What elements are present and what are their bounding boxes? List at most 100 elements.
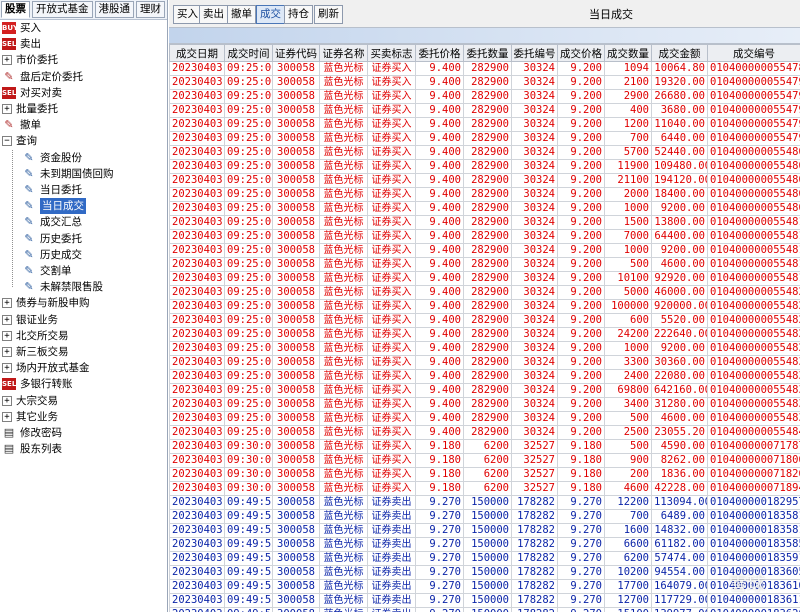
table-row[interactable]: 2023040309:25:00300058蓝色光标证券买入9.40028290… [169,61,800,76]
tree-item-3[interactable]: ✎ 盘后定价委托 [2,69,83,85]
table-row[interactable]: 2023040309:49:53300058蓝色光标证券卖出9.27015000… [169,565,800,580]
table-row[interactable]: 2023040309:25:00300058蓝色光标证券买入9.40028290… [169,187,800,202]
table-row[interactable]: 2023040309:49:53300058蓝色光标证券卖出9.27015000… [169,523,800,538]
table-row[interactable]: 2023040309:25:00300058蓝色光标证券买入9.40028290… [169,159,800,174]
table-row[interactable]: 2023040309:49:53300058蓝色光标证券卖出9.27015000… [169,579,800,594]
table-cell: 9.200 [557,425,605,440]
tree-item-18[interactable]: + 银证业务 [2,312,58,328]
tree-item-6[interactable]: ✎ 撤单 [2,117,41,133]
tree-item-24[interactable]: + 其它业务 [2,409,58,425]
table-cell: 282900 [463,201,512,216]
table-cell: 证券买入 [367,271,416,286]
table-cell: 300058 [272,495,320,510]
table-cell: 9.200 [557,397,605,412]
table-cell: 证券买入 [367,117,416,132]
top-tab-0[interactable]: 股票 [1,1,30,18]
table-row[interactable]: 2023040309:49:53300058蓝色光标证券卖出9.27015000… [169,607,800,612]
toolbar-button-0[interactable]: 买入 [173,5,202,24]
tree-item-19[interactable]: + 北交所交易 [2,328,69,344]
table-cell: 20230403 [169,173,225,188]
tree-item-8[interactable]: ✎ 资金股份 [22,150,82,166]
column-header[interactable]: 成交时间 [224,44,273,62]
tree-item-25[interactable]: ▤ 修改密码 [2,425,62,441]
tree-item-21[interactable]: + 场内开放式基金 [2,360,90,376]
tree-item-14[interactable]: ✎ 历史成交 [22,247,82,263]
top-tab-2[interactable]: 港股通 [94,1,134,18]
toolbar-button-5[interactable]: 刷新 [314,5,343,24]
toolbar-button-1[interactable]: 卖出 [199,5,228,24]
tree-item-4[interactable]: SELL 对买对卖 [2,85,62,101]
column-header[interactable]: 成交编号 [707,44,800,62]
table-row[interactable]: 2023040309:25:00300058蓝色光标证券买入9.40028290… [169,355,800,370]
toolbar-button-4[interactable]: 持仓 [284,5,313,24]
column-header[interactable]: 成交数量 [604,44,652,62]
table-row[interactable]: 2023040309:25:00300058蓝色光标证券买入9.40028290… [169,145,800,160]
table-row[interactable]: 2023040309:25:00300058蓝色光标证券买入9.40028290… [169,89,800,104]
tree-item-23[interactable]: + 大宗交易 [2,393,58,409]
table-row[interactable]: 2023040309:25:00300058蓝色光标证券买入9.40028290… [169,257,800,272]
table-row[interactable]: 2023040309:25:00300058蓝色光标证券买入9.40028290… [169,411,800,426]
table-row[interactable]: 2023040309:30:00300058蓝色光标证券买入9.18062003… [169,453,800,468]
tree-item-16[interactable]: ✎ 未解禁限售股 [22,279,103,295]
tree-item-9[interactable]: ✎ 未到期国债回购 [22,166,114,182]
tree-item-12[interactable]: ✎ 成交汇总 [22,214,82,230]
tree-item-1[interactable]: SELL 卖出 [2,36,41,52]
table-row[interactable]: 2023040309:25:00300058蓝色光标证券买入9.40028290… [169,383,800,398]
table-row[interactable]: 2023040309:25:00300058蓝色光标证券买入9.40028290… [169,243,800,258]
table-row[interactable]: 2023040309:25:00300058蓝色光标证券买入9.40028290… [169,285,800,300]
table-row[interactable]: 2023040309:25:00300058蓝色光标证券买入9.40028290… [169,75,800,90]
table-cell: 蓝色光标 [319,201,368,216]
table-row[interactable]: 2023040309:25:00300058蓝色光标证券买入9.40028290… [169,313,800,328]
column-header[interactable]: 委托编号 [511,44,558,62]
table-row[interactable]: 2023040309:25:00300058蓝色光标证券买入9.40028290… [169,131,800,146]
tree-item-11[interactable]: ✎ 当日成交 [22,198,86,215]
table-cell: 0104000000554830 [707,355,800,370]
table-row[interactable]: 2023040309:25:00300058蓝色光标证券买入9.40028290… [169,327,800,342]
table-row[interactable]: 2023040309:49:53300058蓝色光标证券卖出9.27015000… [169,593,800,608]
top-tab-3[interactable]: 理财 [136,1,165,18]
table-row[interactable]: 2023040309:25:00300058蓝色光标证券买入9.40028290… [169,425,800,440]
column-header[interactable]: 证券名称 [319,44,368,62]
toolbar-button-3[interactable]: 成交 [256,5,285,24]
tree-item-2[interactable]: + 市价委托 [2,52,58,68]
table-cell: 20230403 [169,439,225,454]
column-header[interactable]: 买卖标志 [367,44,416,62]
table-row[interactable]: 2023040309:25:00300058蓝色光标证券买入9.40028290… [169,103,800,118]
tree-item-22[interactable]: SELL 多银行转账 [2,376,73,392]
table-row[interactable]: 2023040309:25:00300058蓝色光标证券买入9.40028290… [169,369,800,384]
table-row[interactable]: 2023040309:25:00300058蓝色光标证券买入9.40028290… [169,215,800,230]
column-header[interactable]: 成交日期 [169,44,225,62]
table-row[interactable]: 2023040309:49:53300058蓝色光标证券卖出9.27015000… [169,551,800,566]
tree-item-10[interactable]: ✎ 当日委托 [22,182,82,198]
table-row[interactable]: 2023040309:25:00300058蓝色光标证券买入9.40028290… [169,299,800,314]
table-row[interactable]: 2023040309:25:00300058蓝色光标证券买入9.40028290… [169,341,800,356]
column-header[interactable]: 委托数量 [463,44,512,62]
tree-item-5[interactable]: + 批量委托 [2,101,58,117]
column-header[interactable]: 委托价格 [415,44,464,62]
tree-item-15[interactable]: ✎ 交割单 [22,263,72,279]
column-header[interactable]: 成交金额 [651,44,708,62]
table-row[interactable]: 2023040309:25:00300058蓝色光标证券买入9.40028290… [169,229,800,244]
table-row[interactable]: 2023040309:30:00300058蓝色光标证券买入9.18062003… [169,481,800,496]
table-row[interactable]: 2023040309:25:00300058蓝色光标证券买入9.40028290… [169,117,800,132]
tree-item-13[interactable]: ✎ 历史委托 [22,231,82,247]
table-row[interactable]: 2023040309:30:00300058蓝色光标证券买入9.18062003… [169,467,800,482]
table-row[interactable]: 2023040309:49:53300058蓝色光标证券卖出9.27015000… [169,537,800,552]
tree-item-26[interactable]: ▤ 股东列表 [2,441,62,457]
table-row[interactable]: 2023040309:25:00300058蓝色光标证券买入9.40028290… [169,173,800,188]
toolbar-button-2[interactable]: 撤单 [227,5,256,24]
tree-item-0[interactable]: BUY 买入 [2,20,41,36]
table-row[interactable]: 2023040309:30:00300058蓝色光标证券买入9.18062003… [169,439,800,454]
table-row[interactable]: 2023040309:25:00300058蓝色光标证券买入9.40028290… [169,397,800,412]
table-row[interactable]: 2023040309:49:52300058蓝色光标证券卖出9.27015000… [169,495,800,510]
table-row[interactable]: 2023040309:25:00300058蓝色光标证券买入9.40028290… [169,271,800,286]
table-row[interactable]: 2023040309:25:00300058蓝色光标证券买入9.40028290… [169,201,800,216]
tree-item-7[interactable]: − 查询 [2,133,37,149]
tree-item-17[interactable]: + 债券与新股申购 [2,295,90,311]
top-tab-1[interactable]: 开放式基金 [32,1,93,18]
table-row[interactable]: 2023040309:49:53300058蓝色光标证券卖出9.27015000… [169,509,800,524]
table-cell: 证券买入 [367,327,416,342]
column-header[interactable]: 成交价格 [557,44,605,62]
tree-item-20[interactable]: + 新三板交易 [2,344,69,360]
column-header[interactable]: 证券代码 [272,44,320,62]
